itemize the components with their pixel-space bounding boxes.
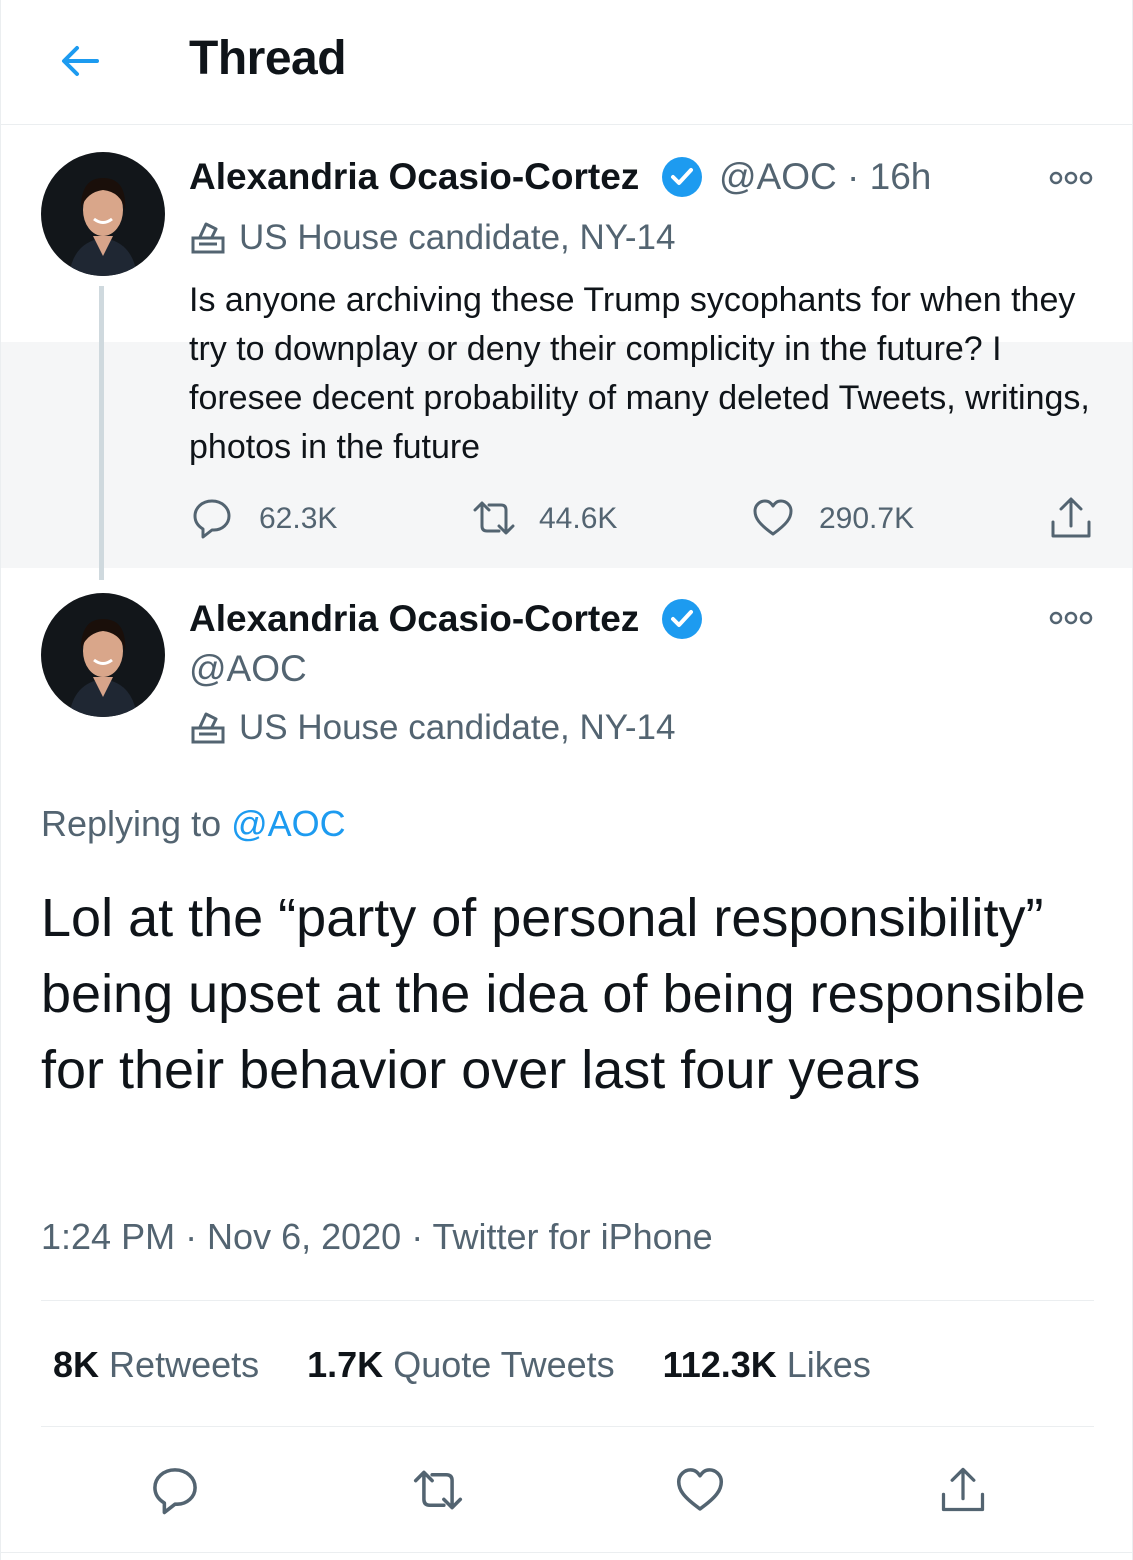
replying-to: Replying to @AOC <box>41 803 346 845</box>
retweet-icon <box>473 501 515 535</box>
reply-button[interactable]: 62.3K <box>191 496 361 544</box>
retweet-count: 44.6K <box>539 502 618 535</box>
page-title: Thread <box>189 32 347 85</box>
verified-badge-icon <box>660 597 704 641</box>
ballot-box-icon <box>190 710 226 746</box>
divider <box>41 1426 1094 1427</box>
like-icon <box>753 499 793 536</box>
divider <box>41 1300 1094 1301</box>
quote-tweets-stat[interactable]: 1.7K Quote Tweets <box>307 1344 615 1386</box>
tweet-stats: 8K Retweets 1.7K Quote Tweets 112.3K Likes <box>53 1344 919 1386</box>
divider <box>1 1552 1132 1553</box>
stat-count: 112.3K <box>662 1344 777 1385</box>
stat-label: Quote Tweets <box>393 1344 615 1385</box>
replying-to-link[interactable]: @AOC <box>231 803 346 844</box>
reply-icon <box>193 499 231 539</box>
more-icon[interactable] <box>1049 168 1093 188</box>
thread-page: Thread Alexandria Ocasio-Cortez @AOC · 1… <box>0 0 1133 1560</box>
tweet-text: Is anyone archiving these Trump sycophan… <box>189 281 1090 466</box>
account-label: US House candidate, NY-14 <box>239 218 676 257</box>
avatar[interactable] <box>41 152 165 276</box>
tweet-text: Lol at the “party of personal responsibi… <box>41 888 1086 1100</box>
ballot-box-icon <box>190 220 226 256</box>
stat-count: 8K <box>53 1344 100 1385</box>
like-icon[interactable] <box>674 1464 726 1516</box>
tweet-timestamp[interactable]: 1:24 PM · Nov 6, 2020 · Twitter for iPho… <box>41 1216 713 1258</box>
retweet-icon[interactable] <box>411 1464 463 1516</box>
stat-label: Likes <box>786 1344 871 1385</box>
author-handle[interactable]: @AOC <box>719 156 837 197</box>
more-icon[interactable] <box>1049 608 1093 628</box>
thread-connector-line <box>99 286 104 580</box>
avatar[interactable] <box>41 593 165 717</box>
thread-header: Thread <box>1 0 1132 125</box>
like-button[interactable]: 290.7K <box>751 496 941 544</box>
share-icon[interactable] <box>1047 494 1095 542</box>
back-arrow-icon[interactable] <box>53 34 107 88</box>
tweet-meta: @AOC · 16h <box>719 156 931 198</box>
author-name[interactable]: Alexandria Ocasio-Cortez <box>189 598 639 640</box>
author-handle[interactable]: @AOC <box>189 648 307 690</box>
retweet-button[interactable]: 44.6K <box>471 496 641 544</box>
share-icon[interactable] <box>937 1464 989 1516</box>
stat-count: 1.7K <box>307 1344 384 1385</box>
account-label: US House candidate, NY-14 <box>239 708 676 747</box>
stat-label: Retweets <box>109 1344 260 1385</box>
reply-count: 62.3K <box>259 502 338 535</box>
reply-icon[interactable] <box>149 1464 201 1516</box>
meta-separator: · <box>847 156 860 197</box>
retweets-stat[interactable]: 8K Retweets <box>53 1344 259 1386</box>
tweet-time[interactable]: 16h <box>870 156 932 197</box>
author-name[interactable]: Alexandria Ocasio-Cortez <box>189 156 639 198</box>
replying-prefix: Replying to <box>41 803 222 844</box>
verified-badge-icon <box>660 155 704 199</box>
likes-stat[interactable]: 112.3K Likes <box>663 1344 871 1386</box>
like-count: 290.7K <box>819 502 915 535</box>
